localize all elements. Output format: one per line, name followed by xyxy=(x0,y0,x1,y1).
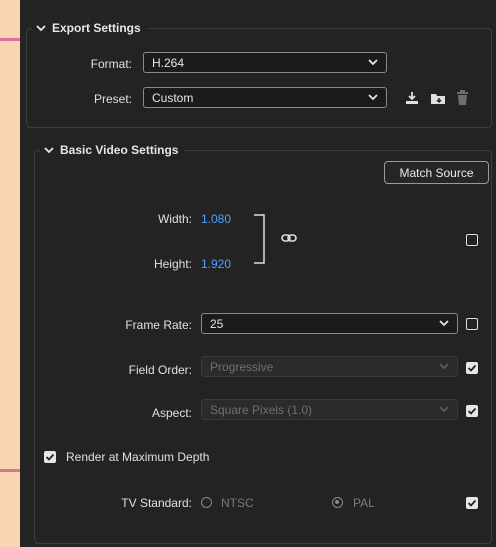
format-label: Format: xyxy=(90,57,132,71)
aspect-dropdown[interactable]: Square Pixels (1.0) xyxy=(201,399,458,420)
chevron-down-icon xyxy=(368,59,378,66)
chevron-down-icon xyxy=(439,406,449,413)
frame-rate-dropdown[interactable]: 25 xyxy=(201,313,458,334)
dimensions-override-checkbox[interactable] xyxy=(466,234,478,246)
chevron-down-icon xyxy=(439,363,449,370)
format-value: H.264 xyxy=(152,55,185,70)
check-icon xyxy=(45,453,54,461)
chevron-down-icon xyxy=(44,147,54,154)
check-icon xyxy=(467,407,476,415)
tv-standard-match-checkbox[interactable] xyxy=(466,497,478,509)
chevron-down-icon xyxy=(36,25,46,32)
check-icon xyxy=(467,364,476,372)
preset-label: Preset: xyxy=(93,92,132,106)
height-value[interactable]: 1.920 xyxy=(201,257,231,271)
basic-video-title: Basic Video Settings xyxy=(60,143,179,157)
field-order-dropdown[interactable]: Progressive xyxy=(201,356,458,377)
guide-line-bottom xyxy=(0,469,22,472)
export-settings-title: Export Settings xyxy=(52,21,141,35)
save-preset-icon[interactable] xyxy=(405,91,419,105)
field-order-value: Progressive xyxy=(210,359,274,374)
export-settings-header[interactable]: Export Settings xyxy=(32,20,147,36)
aspect-match-checkbox[interactable] xyxy=(466,405,478,417)
basic-video-border xyxy=(34,150,492,544)
pal-label: PAL xyxy=(353,496,375,510)
constrain-bracket xyxy=(254,214,265,264)
import-preset-icon[interactable] xyxy=(430,91,446,105)
check-icon xyxy=(467,499,476,507)
tv-standard-label: TV Standard: xyxy=(121,496,192,510)
export-settings-border xyxy=(26,28,492,128)
export-settings-panel: Export Settings Format: H.264 Preset: Cu… xyxy=(20,0,496,547)
aspect-value: Square Pixels (1.0) xyxy=(210,402,313,417)
chevron-down-icon xyxy=(439,320,449,327)
ntsc-label: NTSC xyxy=(221,496,254,510)
width-value[interactable]: 1.080 xyxy=(201,212,231,226)
link-icon[interactable] xyxy=(281,233,297,243)
render-max-depth-checkbox[interactable] xyxy=(44,451,56,463)
frame-rate-label: Frame Rate: xyxy=(125,318,192,332)
preset-value: Custom xyxy=(152,90,194,105)
format-dropdown[interactable]: H.264 xyxy=(143,52,387,73)
guide-line-top xyxy=(0,38,22,41)
width-label: Width: xyxy=(157,212,192,226)
preset-dropdown[interactable]: Custom xyxy=(143,87,387,108)
frame-rate-override-checkbox[interactable] xyxy=(466,318,478,330)
frame-rate-value: 25 xyxy=(210,316,224,331)
pal-radio[interactable] xyxy=(332,497,343,508)
height-label: Height: xyxy=(153,257,192,271)
basic-video-header[interactable]: Basic Video Settings xyxy=(40,142,185,158)
aspect-label: Aspect: xyxy=(151,406,192,420)
chevron-down-icon xyxy=(368,94,378,101)
trash-icon[interactable] xyxy=(456,90,469,105)
field-order-label: Field Order: xyxy=(128,363,192,377)
ntsc-radio[interactable] xyxy=(201,497,212,508)
render-max-depth-label[interactable]: Render at Maximum Depth xyxy=(66,450,209,464)
match-source-button[interactable]: Match Source xyxy=(384,161,489,184)
field-order-match-checkbox[interactable] xyxy=(466,362,478,374)
